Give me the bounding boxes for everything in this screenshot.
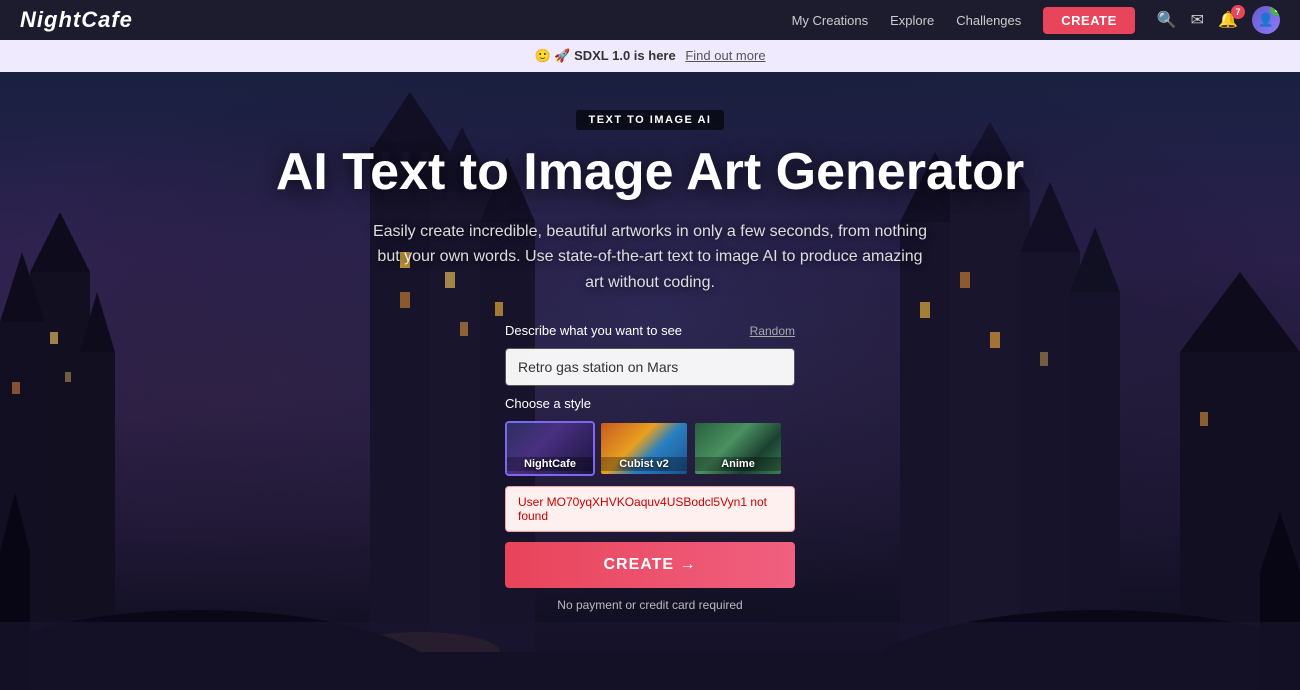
announcement-banner: 🙂 🚀 SDXL 1.0 is here Find out more [0,40,1300,72]
avatar[interactable]: 👤 5 [1252,6,1280,34]
banner-link[interactable]: Find out more [685,48,765,63]
nav-icons: 🔍 ✉ 🔔 7 👤 5 [1157,6,1280,34]
hero-section: TEXT TO IMAGE AI AI Text to Image Art Ge… [0,72,1300,690]
banner-text: SDXL 1.0 is here [574,48,676,63]
navbar: NightCafe My Creations Explore Challenge… [0,0,1300,40]
creation-form: Describe what you want to see Random Cho… [505,323,795,612]
style-nightcafe-label: NightCafe [507,457,593,471]
navbar-right: My Creations Explore Challenges CREATE 🔍… [792,6,1280,34]
style-label: Choose a style [505,396,795,411]
describe-label: Describe what you want to see [505,323,682,338]
style-anime[interactable]: Anime [693,421,783,476]
no-payment-text: No payment or credit card required [505,598,795,612]
describe-label-row: Describe what you want to see Random [505,323,795,338]
prompt-input[interactable] [505,348,795,386]
hero-content: TEXT TO IMAGE AI AI Text to Image Art Ge… [0,72,1300,690]
random-button[interactable]: Random [750,324,795,338]
challenges-link[interactable]: Challenges [956,13,1021,28]
style-cubist-label: Cubist v2 [601,457,687,471]
style-options: NightCafe Cubist v2 Anime [505,421,795,476]
search-icon[interactable]: 🔍 [1157,10,1177,30]
banner-emoji1: 🙂 [534,48,550,63]
mail-icon[interactable]: ✉ [1191,10,1204,30]
error-message: User MO70yqXHVKOaquv4USBodcl5Vyn1 not fo… [505,486,795,532]
hero-subtitle: Easily create incredible, beautiful artw… [370,219,930,296]
banner-emoji2: 🚀 [554,48,570,63]
style-nightcafe[interactable]: NightCafe [505,421,595,476]
bell-icon[interactable]: 🔔 7 [1218,10,1238,30]
bell-badge: 7 [1231,5,1245,19]
style-anime-label: Anime [695,457,781,471]
explore-link[interactable]: Explore [890,13,934,28]
tag-label: TEXT TO IMAGE AI [576,110,723,130]
hero-title: AI Text to Image Art Generator [276,144,1024,201]
nav-create-button[interactable]: CREATE [1043,7,1134,34]
my-creations-link[interactable]: My Creations [792,13,869,28]
style-cubist-v2[interactable]: Cubist v2 [599,421,689,476]
create-button[interactable]: CREATE → [505,542,795,588]
logo[interactable]: NightCafe [20,7,133,33]
